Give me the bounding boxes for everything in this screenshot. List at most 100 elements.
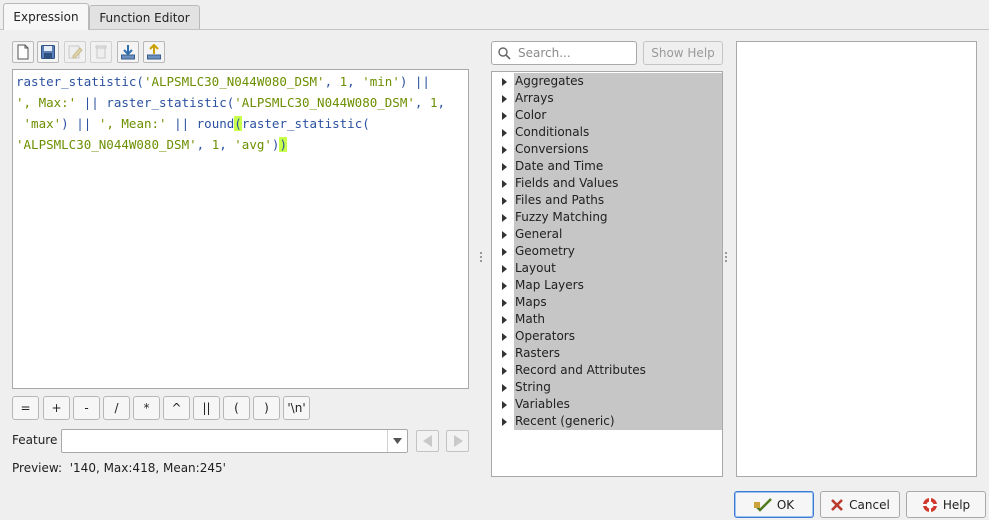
expand-arrow-icon[interactable] <box>492 400 514 409</box>
editor-line-3: 'max') || ', Mean:' || round(raster_stat… <box>23 116 370 131</box>
help-button[interactable]: Help <box>906 491 986 518</box>
expand-arrow-icon[interactable] <box>492 264 514 273</box>
expand-arrow-icon[interactable] <box>492 247 514 256</box>
tab-pane-border <box>0 29 989 30</box>
splitter-handle-right[interactable] <box>725 252 728 264</box>
operator-minus-button[interactable]: - <box>73 396 100 420</box>
tree-item-label: Record and Attributes <box>514 362 722 379</box>
tree-item-label: Aggregates <box>514 73 722 90</box>
expand-arrow-icon[interactable] <box>492 196 514 205</box>
tree-item[interactable]: Variables <box>492 396 722 413</box>
tree-item[interactable]: Rasters <box>492 345 722 362</box>
tree-item[interactable]: Aggregates <box>492 73 722 90</box>
tree-item[interactable]: Maps <box>492 294 722 311</box>
operator-newline-button[interactable]: '\n' <box>283 396 310 420</box>
export-button[interactable] <box>143 41 165 63</box>
operator-multiply-button[interactable]: * <box>133 396 160 420</box>
expand-arrow-icon[interactable] <box>492 111 514 120</box>
tab-bar: Expression Function Editor <box>0 0 989 30</box>
tree-item[interactable]: Layout <box>492 260 722 277</box>
expand-arrow-icon[interactable] <box>492 162 514 171</box>
expand-arrow-icon[interactable] <box>492 94 514 103</box>
operator-open-paren-button[interactable]: ( <box>223 396 250 420</box>
show-help-button[interactable]: Show Help <box>643 41 723 65</box>
tree-item-label: Color <box>514 107 722 124</box>
preview-value: '140, Max:418, Mean:245' <box>69 461 226 475</box>
tree-item[interactable]: Arrays <box>492 90 722 107</box>
search-box <box>491 41 637 65</box>
tree-item[interactable]: Color <box>492 107 722 124</box>
tree-item[interactable]: Fuzzy Matching <box>492 209 722 226</box>
operator-power-button[interactable]: ^ <box>163 396 190 420</box>
tree-item[interactable]: Conversions <box>492 141 722 158</box>
expand-arrow-icon[interactable] <box>492 213 514 222</box>
operator-equals-button[interactable]: = <box>12 396 39 420</box>
expand-arrow-icon[interactable] <box>492 366 514 375</box>
chevron-down-icon[interactable] <box>387 430 407 452</box>
matched-paren-open: ( <box>234 116 242 131</box>
expand-arrow-icon[interactable] <box>492 417 514 426</box>
tree-item-label: Variables <box>514 396 722 413</box>
tree-item-label: Fields and Values <box>514 175 722 192</box>
function-tree[interactable]: Aggregates Arrays Color Conditionals Convers… <box>491 71 723 477</box>
previous-feature-button[interactable] <box>416 430 439 452</box>
new-file-button[interactable] <box>12 41 34 63</box>
tree-item[interactable]: General <box>492 226 722 243</box>
matched-paren-close: ) <box>279 137 287 152</box>
expand-arrow-icon[interactable] <box>492 77 514 86</box>
editor-line-1: raster_statistic('ALPSMLC30_N044W080_DSM… <box>16 74 430 89</box>
operator-divide-button[interactable]: / <box>103 396 130 420</box>
expand-arrow-icon[interactable] <box>492 230 514 239</box>
tree-item-label: Math <box>514 311 722 328</box>
tree-item[interactable]: Record and Attributes <box>492 362 722 379</box>
tree-item[interactable]: Math <box>492 311 722 328</box>
expression-editor[interactable]: raster_statistic('ALPSMLC30_N044W080_DSM… <box>12 69 469 389</box>
tree-item[interactable]: Geometry <box>492 243 722 260</box>
operator-plus-button[interactable]: + <box>43 396 70 420</box>
edit-button[interactable] <box>64 41 86 63</box>
operator-concat-button[interactable]: || <box>193 396 220 420</box>
tree-item-label: Layout <box>514 260 722 277</box>
tree-item-label: Rasters <box>514 345 722 362</box>
save-button[interactable] <box>37 41 59 63</box>
tree-item-label: Maps <box>514 294 722 311</box>
expand-arrow-icon[interactable] <box>492 145 514 154</box>
tree-item[interactable]: Recent (generic) <box>492 413 722 430</box>
expand-arrow-icon[interactable] <box>492 315 514 324</box>
search-input[interactable] <box>516 44 634 62</box>
expand-arrow-icon[interactable] <box>492 179 514 188</box>
expand-arrow-icon[interactable] <box>492 332 514 341</box>
operator-close-paren-button[interactable]: ) <box>253 396 280 420</box>
tree-item-label: Date and Time <box>514 158 722 175</box>
tree-item[interactable]: Map Layers <box>492 277 722 294</box>
ok-check-icon <box>753 497 772 512</box>
tab-expression[interactable]: Expression <box>3 3 89 30</box>
cancel-button[interactable]: Cancel <box>820 491 900 518</box>
tree-item[interactable]: Fields and Values <box>492 175 722 192</box>
tree-item-label: Operators <box>514 328 722 345</box>
delete-button[interactable] <box>90 41 112 63</box>
next-feature-button[interactable] <box>446 430 469 452</box>
expand-arrow-icon[interactable] <box>492 349 514 358</box>
tree-item[interactable]: Files and Paths <box>492 192 722 209</box>
editor-line-4: 'ALPSMLC30_N044W080_DSM', 1, 'avg')) <box>16 137 287 152</box>
expand-arrow-icon[interactable] <box>492 281 514 290</box>
new-file-icon <box>17 44 29 60</box>
expand-arrow-icon[interactable] <box>492 128 514 137</box>
save-icon <box>41 45 55 59</box>
feature-combobox[interactable] <box>61 429 408 453</box>
preview-line: Preview: '140, Max:418, Mean:245' <box>12 461 226 475</box>
tree-item-label: Recent (generic) <box>514 413 722 430</box>
tree-item-label: Conversions <box>514 141 722 158</box>
tab-function-editor[interactable]: Function Editor <box>89 5 200 30</box>
expand-arrow-icon[interactable] <box>492 298 514 307</box>
import-button[interactable] <box>117 41 139 63</box>
tree-item-label: Files and Paths <box>514 192 722 209</box>
expand-arrow-icon[interactable] <box>492 383 514 392</box>
tree-item[interactable]: Conditionals <box>492 124 722 141</box>
tree-item[interactable]: String <box>492 379 722 396</box>
tree-item[interactable]: Operators <box>492 328 722 345</box>
ok-button[interactable]: OK <box>734 491 814 518</box>
splitter-handle-left[interactable] <box>480 252 483 264</box>
tree-item[interactable]: Date and Time <box>492 158 722 175</box>
